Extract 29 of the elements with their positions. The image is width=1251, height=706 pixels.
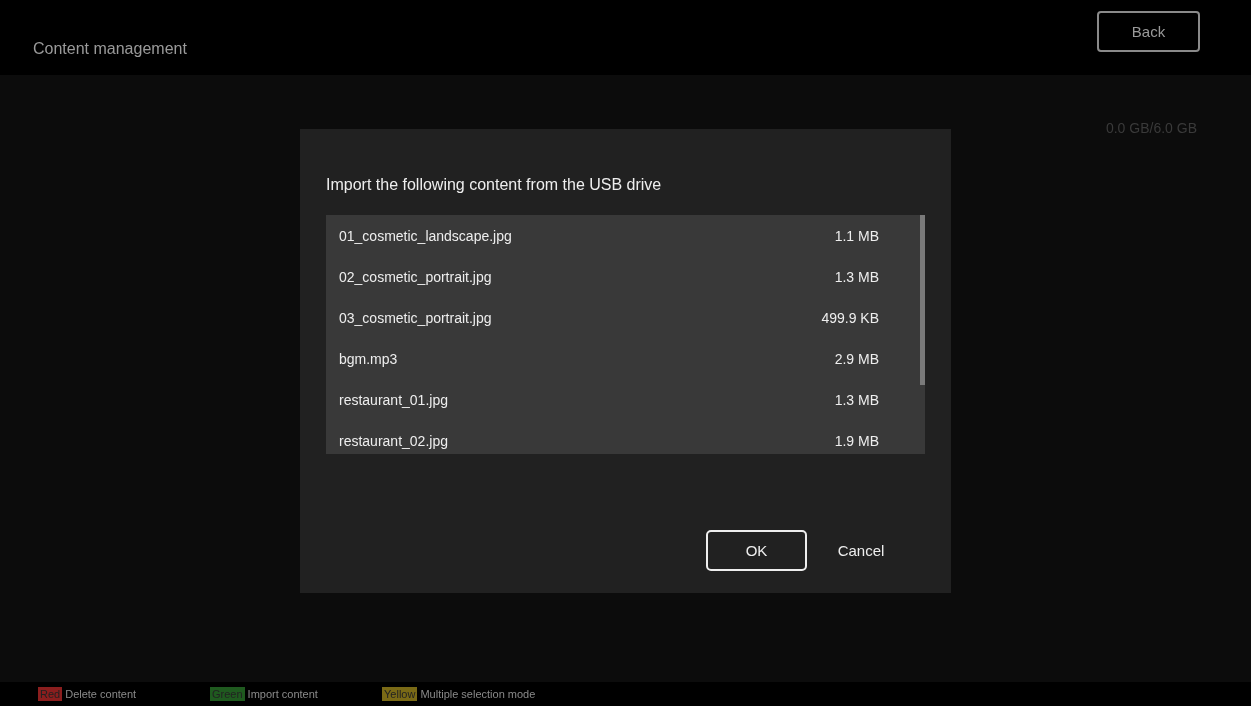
key-description: Multiple selection mode <box>420 688 536 700</box>
key-description: Delete content <box>65 688 137 700</box>
file-size: 499.9 KB <box>821 309 879 326</box>
file-name: bgm.mp3 <box>339 350 398 367</box>
file-row[interactable]: 03_cosmetic_portrait.jpg 499.9 KB <box>326 297 920 338</box>
dialog-title: Import the following content from the USB drive <box>326 176 663 194</box>
ok-button[interactable]: OK <box>706 530 807 571</box>
file-name: restaurant_02.jpg <box>339 432 448 449</box>
back-button[interactable]: Back <box>1097 11 1200 52</box>
file-row[interactable]: bgm.mp3 2.9 MB <box>326 338 920 379</box>
color-key-label: Yellow <box>382 687 418 701</box>
key-description: Import content <box>247 688 318 700</box>
file-name: restaurant_01.jpg <box>339 391 448 408</box>
file-name: 01_cosmetic_landscape.jpg <box>339 227 512 244</box>
file-row[interactable]: 02_cosmetic_portrait.jpg 1.3 MB <box>326 256 920 297</box>
color-key-label: Red <box>38 687 63 701</box>
file-size: 1.3 MB <box>834 268 879 285</box>
file-name: 02_cosmetic_portrait.jpg <box>339 268 492 285</box>
color-key-label: Green <box>210 687 245 701</box>
file-size: 1.1 MB <box>834 227 879 244</box>
file-size: 1.9 MB <box>834 432 879 449</box>
page-title: Content management <box>33 39 187 58</box>
file-row[interactable]: 01_cosmetic_landscape.jpg 1.1 MB <box>326 215 920 256</box>
file-name: 03_cosmetic_portrait.jpg <box>339 309 492 326</box>
file-row[interactable]: restaurant_02.jpg 1.9 MB <box>326 420 920 454</box>
file-size: 2.9 MB <box>834 350 879 367</box>
cancel-button[interactable]: Cancel <box>821 530 901 571</box>
file-row[interactable]: restaurant_01.jpg 1.3 MB <box>326 379 920 420</box>
file-size: 1.3 MB <box>834 391 879 408</box>
